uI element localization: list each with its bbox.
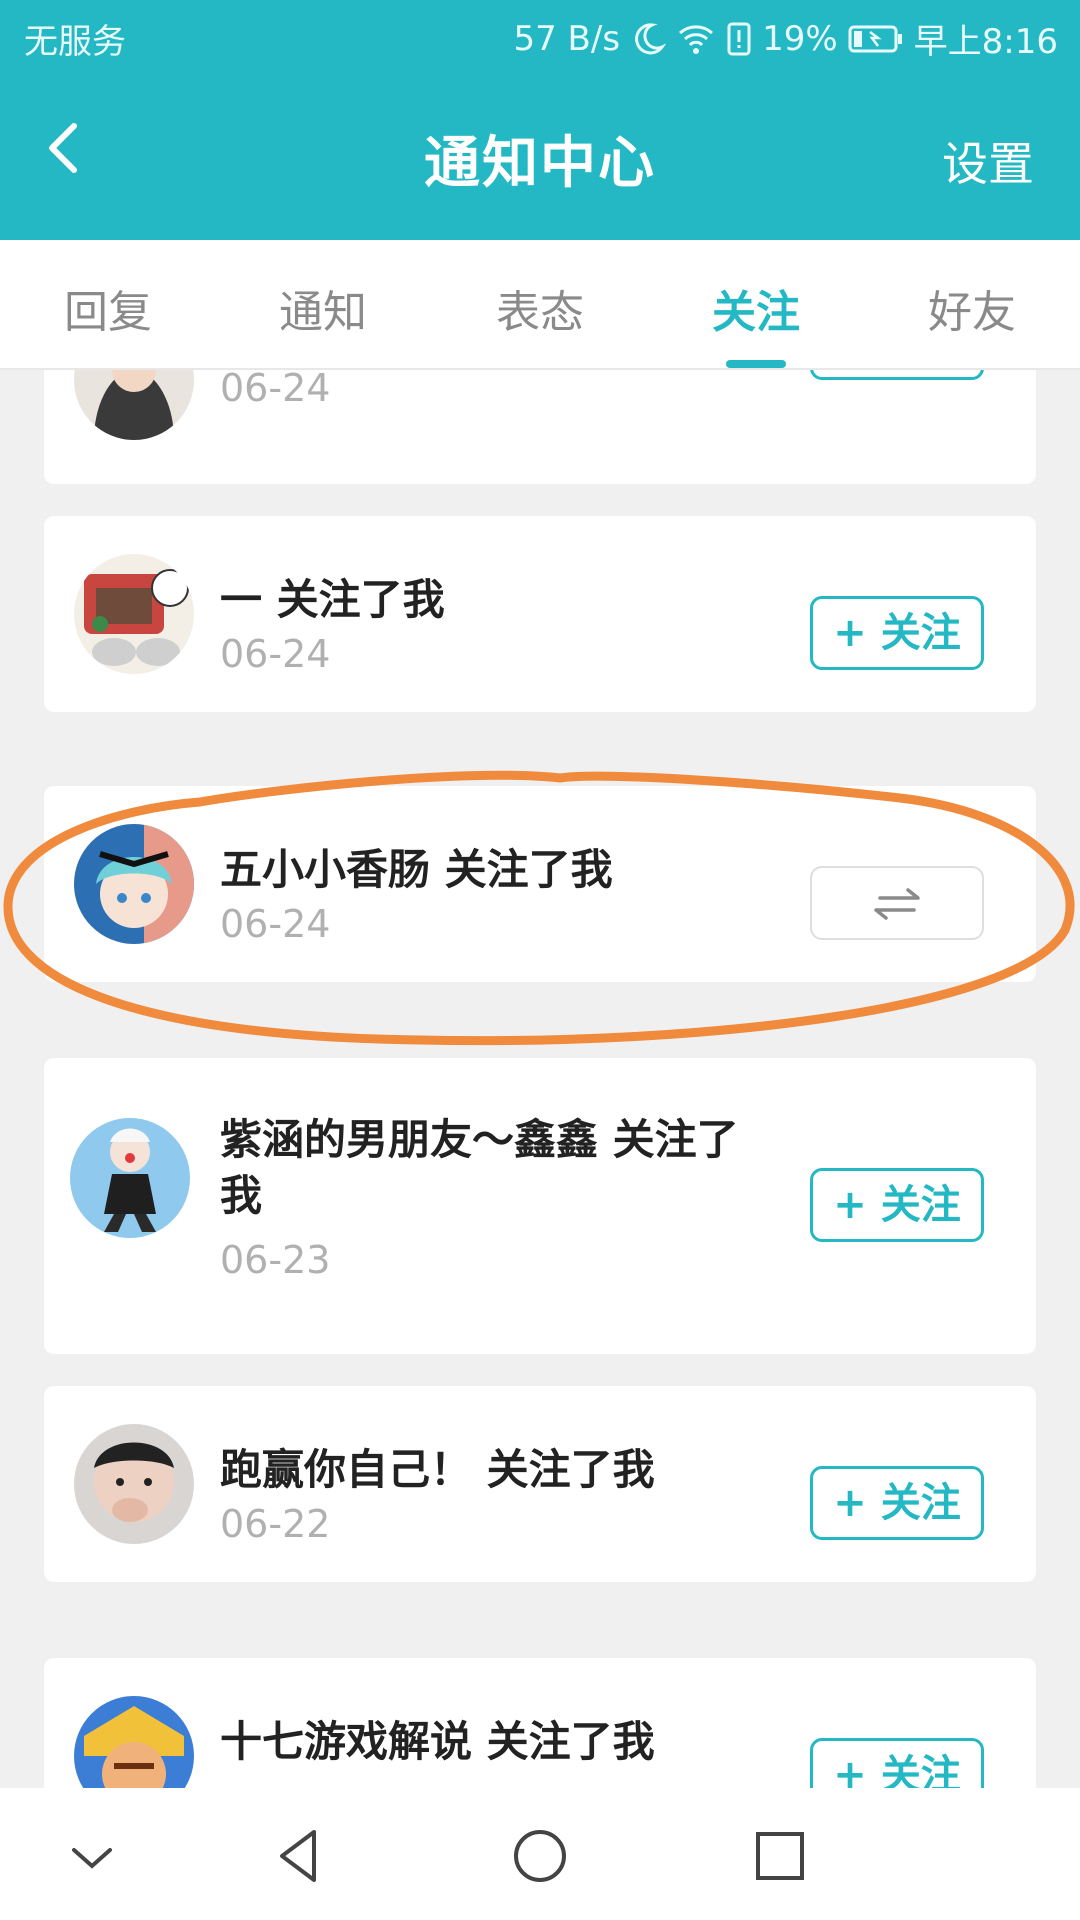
follow-button[interactable]: + 关注 (810, 596, 984, 670)
list-item[interactable]: 十七游戏解说 关注了我 + 关注 (44, 1658, 1036, 1788)
avatar (74, 1696, 194, 1788)
app-header: 无服务 57 B/s 19% 早上8:16 通知中心 设置 (0, 0, 1080, 240)
moon-icon (630, 21, 667, 57)
mutual-follow-icon (874, 888, 920, 920)
circle-home-icon (514, 1830, 566, 1882)
nav-recents-button[interactable] (740, 1816, 820, 1896)
avatar (74, 1424, 194, 1544)
active-tab-indicator (726, 360, 786, 368)
item-date: 06-22 (220, 1502, 331, 1546)
avatar (70, 1118, 190, 1238)
status-icons: 57 B/s 19% 早上8:16 (513, 14, 1058, 63)
avatar (74, 554, 194, 674)
follow-button[interactable]: + 关注 (810, 1738, 984, 1788)
avatar (74, 824, 194, 944)
avatar (74, 370, 194, 440)
triangle-back-icon (280, 1830, 316, 1882)
page-title: 通知中心 (424, 131, 656, 196)
wifi-icon (676, 21, 716, 57)
item-text: 紫涵的男朋友～鑫鑫 关注了我 (220, 1115, 739, 1220)
settings-button[interactable]: 设置 (942, 128, 1034, 194)
list-item[interactable]: 06-24 + 关注 (44, 370, 1036, 484)
nav-home-button[interactable] (500, 1816, 580, 1896)
nav-back-button[interactable] (260, 1816, 340, 1896)
tab-reply[interactable]: 回复 (18, 276, 198, 340)
tab-reaction[interactable]: 表态 (450, 276, 630, 340)
item-date: 06-24 (220, 370, 331, 410)
chevron-down-icon (72, 1848, 112, 1869)
item-date: 06-24 (220, 632, 331, 676)
item-date: 06-24 (220, 902, 331, 946)
battery-icon (848, 24, 904, 54)
item-text: 十七游戏解说 关注了我 (220, 1717, 655, 1766)
item-text: 五小小香肠 关注了我 (220, 845, 613, 894)
battery-percent: 19% (762, 18, 838, 59)
follow-notification-list[interactable]: 06-24 + 关注 一 关注了我 06-24 + 关注 五小小香肠 关注了我 … (0, 370, 1080, 1788)
list-item[interactable]: 跑赢你自己！ 关注了我 06-22 + 关注 (44, 1386, 1036, 1582)
sim-alert-icon (726, 21, 752, 57)
mutual-follow-button[interactable] (810, 866, 984, 940)
item-text: 一 关注了我 (220, 575, 445, 624)
tab-bar: 回复 通知 表态 关注 好友 (0, 240, 1080, 370)
tab-notice[interactable]: 通知 (233, 276, 413, 340)
net-speed: 57 B/s (513, 18, 621, 59)
tab-follow[interactable]: 关注 (666, 276, 846, 340)
follow-button[interactable]: + 关注 (810, 1466, 984, 1540)
list-item[interactable]: 五小小香肠 关注了我 06-24 (44, 786, 1036, 982)
clock: 早上8:16 (913, 22, 1058, 62)
square-recents-icon (756, 1832, 804, 1880)
item-date: 06-23 (220, 1238, 331, 1282)
carrier-status: 无服务 (24, 22, 126, 62)
nav-hide-button[interactable] (52, 1816, 132, 1896)
follow-button[interactable]: + 关注 (810, 370, 984, 380)
follow-button[interactable]: + 关注 (810, 1168, 984, 1242)
list-item[interactable]: 紫涵的男朋友～鑫鑫 关注了我 06-23 + 关注 (44, 1058, 1036, 1354)
item-text: 跑赢你自己！ 关注了我 (220, 1445, 655, 1494)
tab-friends[interactable]: 好友 (882, 276, 1062, 340)
system-nav-bar (0, 1788, 1080, 1920)
list-item[interactable]: 一 关注了我 06-24 + 关注 (44, 516, 1036, 712)
